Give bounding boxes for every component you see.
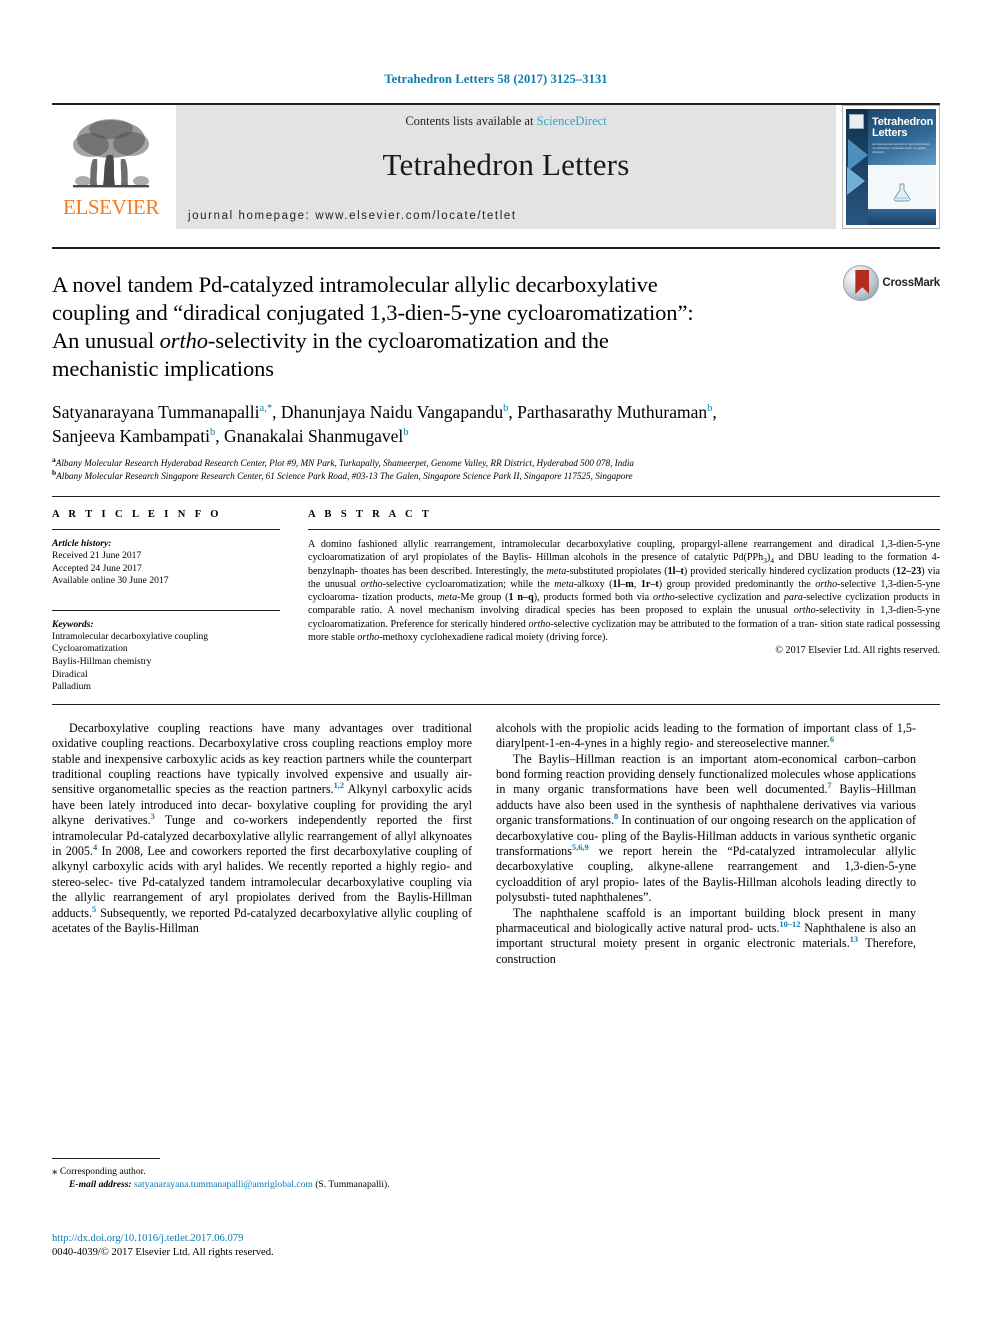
keyword-item: Cycloaromatization <box>52 643 128 655</box>
article-info-column: A R T I C L E I N F O Article history: R… <box>52 509 280 694</box>
title-area: A novel tandem Pd-catalyzed intramolecul… <box>52 249 940 383</box>
corresponding-author-note: ⁎ Corresponding author. <box>52 1165 472 1178</box>
reference-marker[interactable]: 5,6,9 <box>572 843 589 852</box>
journal-cover-thumbnail: Tetrahedron Letters An international jou… <box>842 105 940 229</box>
body-paragraph: Decarboxylative coupling reactions have … <box>52 720 473 936</box>
abstract-bottom-rule <box>52 703 940 705</box>
title-line-4: mechanistic implications <box>52 356 274 381</box>
page-title: A novel tandem Pd-catalyzed intramolecul… <box>52 271 852 383</box>
journal-homepage[interactable]: journal homepage: www.elsevier.com/locat… <box>188 210 517 222</box>
affiliation-list: aAlbany Molecular Research Hyderabad Res… <box>52 456 940 483</box>
article-history-online: Available online 30 June 2017 <box>52 575 169 587</box>
contents-prefix: Contents lists available at <box>405 114 537 128</box>
elsevier-tree-icon <box>73 119 149 188</box>
author-sep: , <box>508 402 518 422</box>
cover-subtitle: An international journal for rapid publi… <box>872 142 930 154</box>
title-line-3-suffix: -selectivity in the cycloaromatization a… <box>207 328 609 353</box>
title-ortho-emphasis: ortho <box>159 328 208 353</box>
article-history-accepted: Accepted 24 June 2017 <box>52 562 142 574</box>
keywords-label: Keywords: <box>52 618 94 630</box>
author-name: Parthasarathy Muthuraman <box>517 402 708 422</box>
page-footer: http://dx.doi.org/10.1016/j.tetlet.2017.… <box>52 1232 552 1260</box>
abstract-column: A B S T R A C T A domino fashioned allyl… <box>308 509 940 694</box>
reference-marker[interactable]: 8 <box>614 812 618 821</box>
bookmark-ribbon-icon <box>855 270 870 294</box>
reference-marker[interactable]: 13 <box>850 935 858 944</box>
running-head: Tetrahedron Letters 58 (2017) 3125–3131 <box>384 72 608 86</box>
contents-available-line: Contents lists available at ScienceDirec… <box>405 114 606 129</box>
keywords-block: Keywords: Intramolecular decarboxylative… <box>52 609 280 694</box>
info-top-rule <box>52 496 940 497</box>
flask-icon <box>893 183 911 202</box>
article-page: Tetrahedron Letters 58 (2017) 3125–3131 <box>0 0 992 1323</box>
elsevier-logo: ELSEVIER <box>52 105 170 229</box>
elsevier-wordmark: ELSEVIER <box>63 195 159 219</box>
reference-marker[interactable]: 5 <box>92 905 96 914</box>
keyword-item: Intramolecular decarboxylative coupling <box>52 630 209 642</box>
abstract-text: A domino fashioned allylic rearrangement… <box>308 539 941 644</box>
title-line-2: coupling and “diradical conjugated 1,3-d… <box>52 300 694 325</box>
info-abstract-section: A R T I C L E I N F O Article history: R… <box>52 509 940 694</box>
author-name: Satyanarayana Tummanapalli <box>52 402 260 422</box>
body-paragraph: alcohols with the propiolic acids leadin… <box>496 720 916 751</box>
cover-title-line2: Letters <box>872 127 908 139</box>
abstract-copyright: © 2017 Elsevier Ltd. All rights reserved… <box>775 645 940 657</box>
article-info-heading: A R T I C L E I N F O <box>52 509 222 520</box>
footnote-rule <box>52 1158 160 1159</box>
article-history-received: Received 21 June 2017 <box>52 550 142 561</box>
body-columns: Decarboxylative coupling reactions have … <box>52 721 940 968</box>
article-history-label: Article history: <box>52 538 112 549</box>
footnote-area: ⁎ Corresponding author. E-mail address: … <box>52 1158 472 1191</box>
body-paragraph: The naphthalene scaffold is an important… <box>496 905 916 966</box>
issn-copyright-line: 0040-4039/© 2017 Elsevier Ltd. All right… <box>52 1247 274 1258</box>
author-affiliation-mark[interactable]: a,* <box>260 403 273 414</box>
author-affiliation-mark[interactable]: b <box>403 427 408 438</box>
body-paragraph: The Baylis–Hillman reaction is an import… <box>496 751 917 905</box>
affiliation-item: bAlbany Molecular Research Singapore Res… <box>52 468 940 483</box>
affiliation-item: aAlbany Molecular Research Hyderabad Res… <box>52 456 940 470</box>
cover-badge-icon <box>849 114 864 129</box>
journal-masthead: ELSEVIER Contents lists available at Sci… <box>52 103 940 229</box>
doi-link[interactable]: http://dx.doi.org/10.1016/j.tetlet.2017.… <box>52 1232 552 1246</box>
reference-marker[interactable]: 1,2 <box>334 781 344 790</box>
sciencedirect-link[interactable]: ScienceDirect <box>537 114 607 128</box>
reference-marker[interactable]: 4 <box>93 843 97 852</box>
affiliation-text: Albany Molecular Research Hyderabad Rese… <box>55 458 635 468</box>
author-sep: , <box>272 402 281 422</box>
keyword-item: Baylis-Hillman chemistry <box>52 655 152 667</box>
reference-marker[interactable]: 7 <box>827 781 831 790</box>
email-address-suffix: (S. Tummanapalli). <box>312 1179 390 1190</box>
reference-marker[interactable]: 3 <box>151 812 155 821</box>
keyword-item: Palladium <box>52 681 91 693</box>
abstract-heading: A B S T R A C T <box>308 509 433 520</box>
corresponding-author-text: Corresponding author. <box>59 1166 146 1177</box>
reference-marker[interactable]: 6 <box>830 735 834 744</box>
keyword-item: Diradical <box>52 668 88 680</box>
author-sep: , <box>712 402 717 422</box>
title-line-1: A novel tandem Pd-catalyzed intramolecul… <box>52 272 658 297</box>
author-name: Sanjeeva Kambampati <box>52 426 210 446</box>
author-name: Dhanunjaya Naidu Vangapandu <box>280 402 504 422</box>
author-list: Satyanarayana Tummanapallia,*, Dhanunjay… <box>52 400 922 448</box>
masthead-center-panel: Contents lists available at ScienceDirec… <box>176 105 836 229</box>
reference-marker[interactable]: 10–12 <box>779 920 800 929</box>
email-address-label: E-mail address: <box>69 1179 132 1190</box>
title-line-3-prefix: An unusual <box>52 328 160 353</box>
crossmark-label: CrossMark <box>882 277 940 289</box>
corresponding-author-asterisk: ⁎ <box>52 1165 58 1177</box>
email-address-link[interactable]: satyanarayana.tummanapalli@amriglobal.co… <box>134 1179 313 1190</box>
author-sep: , <box>215 426 224 446</box>
affiliation-text: Albany Molecular Research Singapore Rese… <box>56 470 633 481</box>
body-column-left: Decarboxylative coupling reactions have … <box>52 721 472 968</box>
email-note: E-mail address: satyanarayana.tummanapal… <box>52 1178 472 1191</box>
crossmark-badge[interactable]: CrossMark <box>843 265 940 301</box>
body-column-right: alcohols with the propiolic acids leadin… <box>496 721 916 968</box>
author-name: Gnanakalai Shanmugavel <box>223 426 404 446</box>
journal-title: Tetrahedron Letters <box>382 147 630 182</box>
crossmark-icon <box>843 265 880 301</box>
